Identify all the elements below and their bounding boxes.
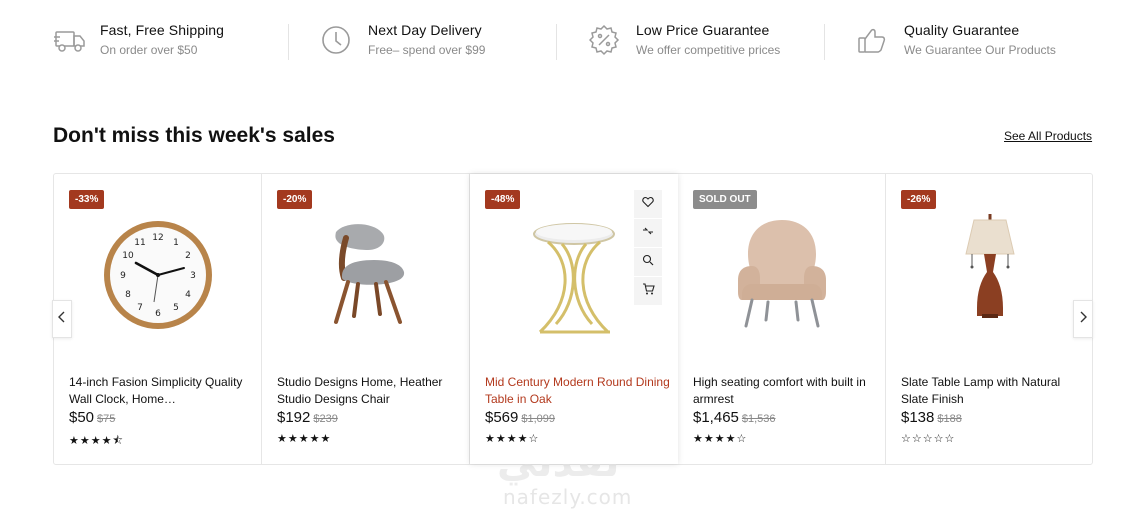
product-name[interactable]: Studio Designs Home, Heather Studio Desi… (277, 374, 462, 408)
product-card[interactable]: -20% Studio Designs Home, Heather Studio… (262, 174, 470, 464)
product-name[interactable]: High seating comfort with built in armre… (693, 374, 878, 408)
current-price: $138 (901, 409, 935, 426)
svg-text:1: 1 (173, 238, 179, 248)
discount-badge: -20% (277, 190, 313, 209)
discount-badge: -48% (485, 190, 521, 209)
quick-view-button[interactable] (634, 248, 662, 276)
feature-shipping: Fast, Free Shipping On order over $50 (53, 14, 273, 64)
product-price: $569 $1,099 (485, 409, 555, 426)
feature-subtitle: We Guarantee Our Products (904, 43, 1056, 57)
old-price: $1,536 (741, 413, 776, 425)
product-card[interactable]: -33% 12 1 2 3 45 6 78 9 10 11 14-inch Fasion S… (54, 174, 262, 464)
product-image-wall-clock[interactable]: 12 1 2 3 45 6 78 9 10 11 (88, 210, 228, 340)
clock-icon (321, 24, 355, 58)
zoom-icon (642, 253, 654, 271)
svg-text:6: 6 (155, 309, 161, 319)
feature-title: Low Price Guarantee (636, 22, 770, 38)
svg-text:11: 11 (134, 238, 145, 248)
product-image-accent-chair[interactable] (296, 210, 436, 340)
compare-button[interactable] (634, 219, 662, 247)
svg-text:3: 3 (190, 271, 196, 281)
svg-text:2: 2 (185, 251, 191, 261)
card-actions (634, 190, 662, 306)
product-card[interactable]: SOLD OUT High seating comfort with built… (678, 174, 886, 464)
truck-icon (53, 24, 87, 58)
product-card[interactable]: -26% Slate Table Lamp with Natural Slate… (886, 174, 1094, 464)
old-price: $188 (937, 413, 962, 425)
product-price: $50 $75 (69, 409, 115, 426)
old-price: $75 (97, 413, 116, 425)
add-to-cart-button[interactable] (634, 277, 662, 305)
product-price: $138 $188 (901, 409, 962, 426)
svg-text:8: 8 (125, 290, 131, 300)
product-price: $192 $239 (277, 409, 338, 426)
current-price: $569 (485, 409, 519, 426)
current-price: $1,465 (693, 409, 739, 426)
feature-subtitle: On order over $50 (100, 43, 198, 57)
wishlist-button[interactable] (634, 190, 662, 218)
watermark-text: nafezly.com (503, 485, 633, 509)
product-name[interactable]: 14-inch Fasion Simplicity Quality Wall C… (69, 374, 254, 408)
feature-delivery: Next Day Delivery Free– spend over $99 (321, 14, 541, 64)
discount-badge: -33% (69, 190, 105, 209)
product-image-table-lamp[interactable] (920, 210, 1060, 340)
star-rating: ★★★★☆ (693, 433, 748, 445)
product-image-side-table[interactable] (504, 210, 644, 340)
svg-text:4: 4 (185, 290, 191, 300)
feature-low-price: Low Price Guarantee We offer competitive… (588, 14, 819, 64)
product-name[interactable]: Slate Table Lamp with Natural Slate Fini… (901, 374, 1086, 408)
cart-icon (642, 282, 655, 300)
features-bar: Fast, Free Shipping On order over $50 Ne… (0, 14, 1134, 64)
svg-text:9: 9 (120, 271, 126, 281)
chevron-right-icon (1078, 310, 1088, 328)
see-all-products-link[interactable]: See All Products (1004, 129, 1092, 143)
feature-title: Quality Guarantee (904, 22, 1020, 38)
section-title: Don't miss this week's sales (53, 124, 335, 147)
old-price: $1,099 (521, 413, 556, 425)
feature-title: Fast, Free Shipping (100, 22, 225, 38)
old-price: $239 (313, 413, 338, 425)
feature-subtitle: Free– spend over $99 (368, 43, 486, 57)
heart-icon (642, 195, 654, 213)
product-carousel: -33% 12 1 2 3 45 6 78 9 10 11 14-inch Fasion S… (53, 173, 1093, 465)
star-rating: ★★★★☆ (485, 433, 540, 445)
chevron-left-icon (57, 310, 67, 328)
product-card[interactable]: -48% Mid Century Modern Round Dining Tab… (470, 174, 678, 464)
product-name[interactable]: Mid Century Modern Round Dining Table in… (485, 374, 670, 408)
svg-text:10: 10 (122, 251, 134, 261)
sold-out-badge: SOLD OUT (693, 190, 757, 209)
product-price: $1,465 $1,536 (693, 409, 776, 426)
current-price: $50 (69, 409, 95, 426)
feature-title: Next Day Delivery (368, 22, 482, 38)
star-rating: ☆☆☆☆☆ (901, 433, 956, 445)
svg-text:12: 12 (152, 233, 163, 243)
compare-icon (642, 224, 654, 242)
carousel-prev-button[interactable] (52, 300, 72, 338)
discount-badge-icon (588, 24, 623, 58)
star-rating: ★★★★★ (277, 433, 332, 445)
current-price: $192 (277, 409, 311, 426)
discount-badge: -26% (901, 190, 937, 209)
carousel-next-button[interactable] (1073, 300, 1093, 338)
divider (288, 24, 289, 60)
svg-text:5: 5 (173, 303, 179, 313)
svg-text:7: 7 (137, 303, 143, 313)
divider (824, 24, 825, 60)
divider (556, 24, 557, 60)
star-rating: ★★★★⯪ (69, 435, 124, 447)
thumbs-up-icon (857, 24, 891, 58)
feature-subtitle: We offer competitive prices (636, 43, 781, 57)
feature-quality: Quality Guarantee We Guarantee Our Produ… (857, 14, 1087, 64)
product-image-armchair[interactable] (712, 210, 852, 340)
